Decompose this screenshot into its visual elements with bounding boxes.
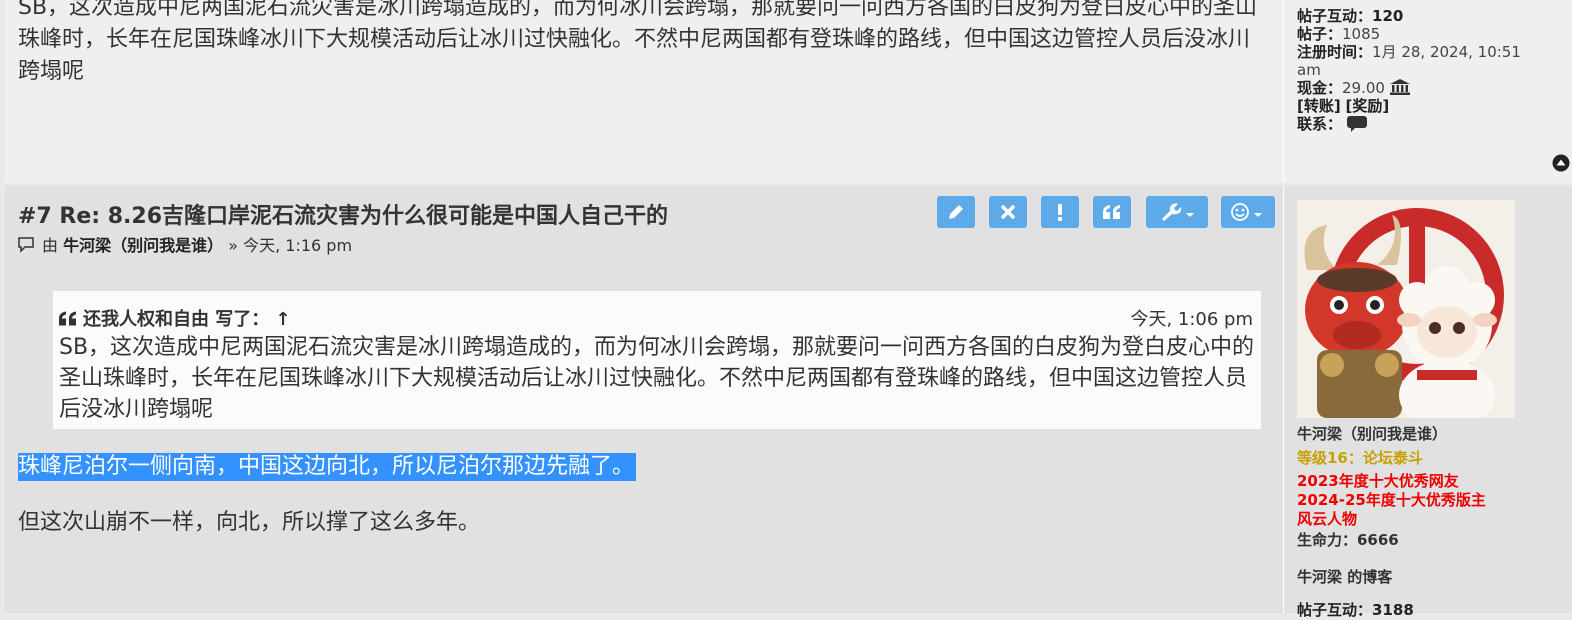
post-meta: 由 牛河梁（别问我是谁） » 今天, 1:16 pm bbox=[18, 232, 352, 256]
profile-interact-row: 帖子互动：3188 bbox=[1297, 599, 1567, 620]
post-time: » 今天, 1:16 pm bbox=[228, 236, 353, 255]
post-icon[interactable] bbox=[18, 237, 36, 253]
registration-label: 注册时间： bbox=[1297, 43, 1373, 61]
posts-row: 帖子：1085 bbox=[1297, 25, 1567, 43]
cash-value: 29.00 bbox=[1342, 79, 1385, 97]
quote-source-arrow[interactable]: ↑ bbox=[276, 309, 291, 330]
profile-interact-label: 帖子互动： bbox=[1297, 601, 1373, 619]
registration-row-2: am bbox=[1297, 61, 1567, 79]
report-button[interactable] bbox=[1041, 196, 1079, 228]
post-body-text: 但这次山崩不一样，向北，所以撑了这么多年。 bbox=[18, 510, 481, 535]
reward-link[interactable]: [奖励] bbox=[1346, 97, 1390, 115]
by-label: 由 bbox=[42, 236, 59, 255]
post-divider bbox=[1283, 186, 1284, 613]
profile-interact-value: 3188 bbox=[1372, 601, 1414, 619]
quote-time: 今天, 1:06 pm bbox=[1130, 309, 1253, 330]
post-title[interactable]: #7 Re: 8.26吉隆口岸泥石流灾害为什么很可能是中国人自己干的 bbox=[18, 198, 668, 230]
quote-body: SB，这次造成中尼两国泥石流灾害是冰川跨塌造成的，而为何冰川会跨塌，那就要问一问… bbox=[59, 335, 1255, 422]
delete-button[interactable] bbox=[989, 196, 1027, 228]
previous-post-profile: 帖子互动：120 帖子：1085 注册时间：1月 28, 2024, 10:51… bbox=[1297, 7, 1567, 133]
post-7: #7 Re: 8.26吉隆口岸泥石流灾害为什么很可能是中国人自己干的 由 牛河梁… bbox=[5, 186, 1572, 619]
posts-value[interactable]: 1085 bbox=[1342, 25, 1380, 43]
bank-icon[interactable] bbox=[1389, 79, 1410, 95]
quote-block: 还我人权和自由 写了： ↑ 今天, 1:06 pm SB，这次造成中尼两国泥石流… bbox=[53, 291, 1261, 429]
registration-value: 1月 28, 2024, 10:51 bbox=[1372, 43, 1521, 61]
cash-row: 现金：29.00 bbox=[1297, 79, 1567, 97]
profile-rank: 等级16：论坛泰斗 bbox=[1297, 449, 1423, 467]
profile-blog-link[interactable]: 牛河梁 的博客 bbox=[1297, 566, 1567, 587]
previous-post: SB，这次造成中尼两国泥石流灾害是冰川跨塌造成的，而为何冰川会跨塌，那就要问一问… bbox=[5, 0, 1572, 183]
top-icon[interactable] bbox=[1552, 154, 1570, 172]
reaction-button[interactable] bbox=[1221, 196, 1275, 228]
contact-row: 联系： bbox=[1297, 115, 1567, 133]
message-icon[interactable] bbox=[1346, 116, 1367, 132]
moderator-tools-button[interactable] bbox=[1146, 196, 1208, 228]
interact-value: 120 bbox=[1372, 7, 1404, 25]
emoji-icon bbox=[1231, 203, 1262, 221]
quote-header: 还我人权和自由 写了： ↑ bbox=[59, 305, 291, 331]
quote-button[interactable] bbox=[1093, 196, 1131, 228]
quote-author: 还我人权和自由 写了： bbox=[83, 309, 270, 330]
quote-mark-icon bbox=[59, 310, 77, 326]
wrench-icon bbox=[1162, 203, 1194, 221]
interact-row: 帖子互动：120 bbox=[1297, 7, 1567, 25]
previous-post-body: SB，这次造成中尼两国泥石流灾害是冰川跨塌造成的，而为何冰川会跨塌，那就要问一问… bbox=[18, 0, 1258, 84]
interact-label: 帖子互动： bbox=[1297, 7, 1373, 25]
contact-label: 联系： bbox=[1297, 115, 1343, 133]
avatar[interactable] bbox=[1297, 200, 1515, 418]
edit-icon bbox=[949, 205, 963, 219]
profile-honor-3: 风云人物 bbox=[1297, 510, 1358, 528]
previous-post-divider bbox=[1283, 0, 1284, 183]
selected-text: 珠峰尼泊尔一侧向南，中国这边向北，所以尼泊尔那边先融了。 bbox=[18, 453, 637, 481]
profile-honor-1: 2023年度十大优秀网友 bbox=[1297, 472, 1459, 490]
edit-button[interactable] bbox=[937, 196, 975, 228]
profile-name[interactable]: 牛河梁（别问我是谁） bbox=[1297, 423, 1567, 444]
quote-icon bbox=[1103, 205, 1120, 219]
profile-honor-2: 2024-25年度十大优秀版主 bbox=[1297, 491, 1486, 509]
transfer-link[interactable]: [转账] bbox=[1297, 97, 1341, 115]
action-links-row: [转账] [奖励] bbox=[1297, 97, 1567, 115]
report-icon bbox=[1058, 204, 1062, 221]
post-author[interactable]: 牛河梁（别问我是谁） bbox=[63, 236, 223, 255]
delete-icon bbox=[1001, 205, 1015, 219]
profile-hp: 生命力：6666 bbox=[1297, 531, 1399, 549]
registration-row: 注册时间：1月 28, 2024, 10:51 bbox=[1297, 43, 1567, 61]
registration-value-ampm: am bbox=[1297, 61, 1321, 79]
cash-label: 现金： bbox=[1297, 79, 1343, 97]
author-profile: 牛河梁（别问我是谁） 等级16：论坛泰斗 2023年度十大优秀网友 2024-2… bbox=[1297, 200, 1567, 620]
posts-label: 帖子： bbox=[1297, 25, 1343, 43]
